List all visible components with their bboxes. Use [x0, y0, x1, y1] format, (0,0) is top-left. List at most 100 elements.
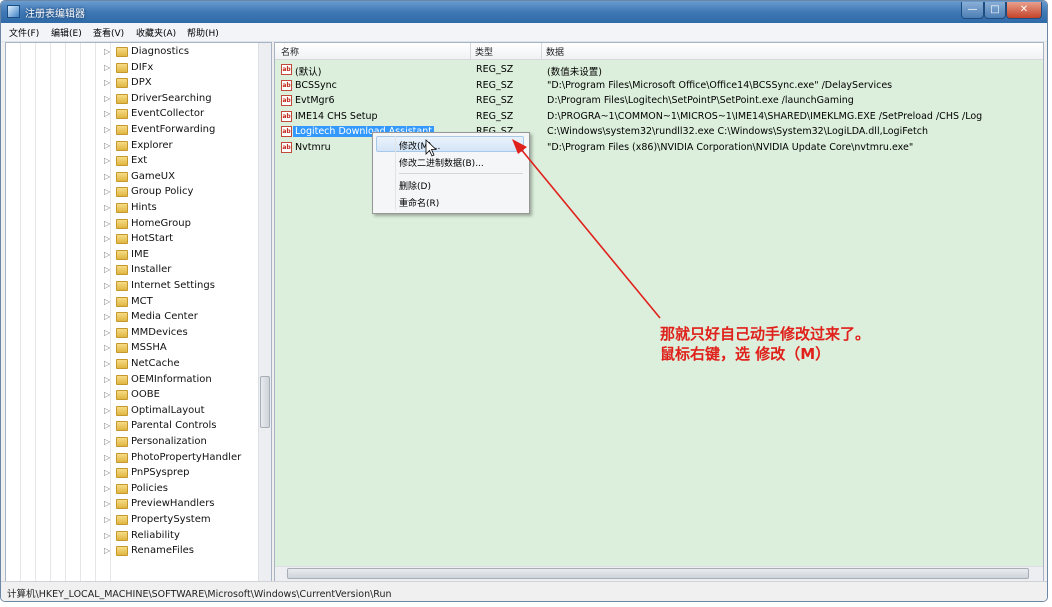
value-row[interactable]: ab BCSSync REG_SZ "D:\Program Files\Microso…	[279, 79, 1039, 94]
folder-icon	[116, 327, 128, 338]
value-row[interactable]: ab IME14 CHS Setup REG_SZ D:\PROGRA~1\COMMO…	[279, 110, 1039, 125]
expand-arrow-icon[interactable]: ▷	[104, 141, 110, 150]
values-scroll-thumb[interactable]	[287, 568, 1029, 579]
tree-item-label: Internet Settings	[131, 280, 215, 291]
key-tree-pane[interactable]: ▷ Diagnostics ▷ DIFx ▷ DPX ▷ DriverSearching ▷ Ev…	[5, 42, 272, 582]
string-value-icon: ab	[281, 142, 292, 153]
folder-icon	[116, 374, 128, 385]
column-data[interactable]: 数据	[546, 45, 564, 58]
menu-view[interactable]: 查看(V)	[93, 26, 124, 39]
expand-arrow-icon[interactable]: ▷	[104, 187, 110, 196]
maximize-button[interactable]: □	[984, 2, 1006, 19]
value-data: (数值未设置)	[547, 67, 602, 78]
context-menu-separator	[399, 173, 523, 174]
tree-item-label: DPX	[131, 77, 152, 89]
expand-arrow-icon[interactable]: ▷	[104, 437, 110, 446]
folder-icon	[116, 281, 128, 291]
menu-edit[interactable]: 编辑(E)	[51, 26, 82, 39]
value-row[interactable]: ab (默认) REG_SZ (数值未设置)	[279, 63, 1039, 78]
annotation-line-1: 那就只好自己动手修改过来了。	[660, 325, 871, 343]
column-divider[interactable]	[470, 43, 471, 59]
menu-help[interactable]: 帮助(H)	[187, 26, 219, 39]
tree-item-label: MCT	[131, 295, 153, 307]
expand-arrow-icon[interactable]: ▷	[104, 125, 110, 134]
folder-icon	[116, 125, 128, 135]
expand-arrow-icon[interactable]: ▷	[104, 265, 110, 274]
ctx-modify[interactable]: 修改(M)...	[399, 139, 440, 152]
value-data: C:\Windows\system32\rundll32.exe C:\Wind…	[547, 126, 928, 138]
expand-arrow-icon[interactable]: ▷	[104, 359, 110, 368]
folder-icon	[116, 171, 128, 182]
expand-arrow-icon[interactable]: ▷	[104, 78, 110, 87]
column-name[interactable]: 名称	[281, 45, 299, 58]
ctx-rename[interactable]: 重命名(R)	[399, 196, 439, 209]
value-data: "D:\Program Files (x86)\NVIDIA Corporati…	[547, 142, 914, 153]
tree-vertical-scrollbar[interactable]	[258, 43, 271, 581]
expand-arrow-icon[interactable]: ▷	[104, 94, 110, 103]
expand-arrow-icon[interactable]: ▷	[104, 343, 110, 352]
expand-arrow-icon[interactable]: ▷	[104, 156, 110, 165]
title-bar: 注册表编辑器 — □ ✕	[1, 1, 1047, 23]
folder-icon	[116, 483, 128, 494]
ctx-delete[interactable]: 删除(D)	[399, 179, 431, 192]
registry-editor-window: 注册表编辑器 — □ ✕ 文件(F) 编辑(E) 查看(V) 收藏夹(A) 帮助…	[0, 0, 1048, 602]
folder-icon	[116, 468, 128, 479]
expand-arrow-icon[interactable]: ▷	[104, 203, 110, 212]
expand-arrow-icon[interactable]: ▷	[104, 531, 110, 540]
expand-arrow-icon[interactable]: ▷	[104, 281, 110, 290]
folder-icon	[116, 234, 128, 245]
expand-arrow-icon[interactable]: ▷	[104, 219, 110, 228]
tree-scroll-thumb[interactable]	[260, 376, 270, 428]
expand-arrow-icon[interactable]: ▷	[104, 546, 110, 555]
string-value-icon: ab	[281, 110, 292, 122]
expand-arrow-icon[interactable]: ▷	[104, 406, 110, 415]
tree-item-label: PhotoPropertyHandler	[131, 451, 242, 463]
expand-arrow-icon[interactable]: ▷	[104, 172, 110, 181]
expand-arrow-icon[interactable]: ▷	[104, 250, 110, 259]
column-divider[interactable]	[541, 43, 542, 59]
expand-arrow-icon[interactable]: ▷	[104, 312, 110, 321]
expand-arrow-icon[interactable]: ▷	[104, 47, 110, 56]
value-row[interactable]: ab EvtMgr6 REG_SZ D:\Program Files\Logitech…	[279, 94, 1039, 109]
expand-arrow-icon[interactable]: ▷	[104, 421, 110, 430]
folder-icon	[116, 515, 128, 525]
ctx-modify-binary[interactable]: 修改二进制数据(B)...	[399, 156, 484, 169]
expand-arrow-icon[interactable]: ▷	[104, 234, 110, 243]
expand-arrow-icon[interactable]: ▷	[104, 468, 110, 477]
expand-arrow-icon[interactable]: ▷	[104, 297, 110, 306]
values-horizontal-scrollbar[interactable]	[275, 566, 1043, 581]
expand-arrow-icon[interactable]: ▷	[104, 328, 110, 337]
expand-arrow-icon[interactable]: ▷	[104, 453, 110, 462]
expand-arrow-icon[interactable]: ▷	[104, 109, 110, 118]
menu-favorites[interactable]: 收藏夹(A)	[136, 26, 176, 39]
tree-item-label: GameUX	[131, 170, 175, 182]
tree-item-label: Hints	[131, 202, 157, 213]
values-pane[interactable]: 名称 类型 数据 ab (默认) REG_SZ (数值未设置) ab BCSSync REG…	[274, 42, 1044, 582]
folder-icon	[116, 296, 128, 307]
close-button[interactable]: ✕	[1006, 2, 1042, 19]
tree-item-label: PnPSysprep	[131, 467, 190, 479]
tree-item-label: Policies	[131, 482, 168, 494]
folder-icon	[116, 452, 128, 463]
value-type: REG_SZ	[476, 95, 514, 107]
column-type[interactable]: 类型	[475, 45, 493, 58]
expand-arrow-icon[interactable]: ▷	[104, 390, 110, 399]
value-name: BCSSync	[295, 79, 337, 91]
status-bar: 计算机\HKEY_LOCAL_MACHINE\SOFTWARE\Microsof…	[1, 581, 1047, 601]
column-header: 名称 类型 数据	[275, 43, 1043, 60]
folder-icon	[116, 62, 128, 73]
menu-file[interactable]: 文件(F)	[9, 26, 39, 39]
minimize-button[interactable]: —	[961, 2, 984, 19]
folder-icon	[116, 343, 128, 354]
expand-arrow-icon[interactable]: ▷	[104, 499, 110, 508]
menu-bar: 文件(F) 编辑(E) 查看(V) 收藏夹(A) 帮助(H)	[1, 23, 1047, 42]
value-data: D:\Program Files\Logitech\SetPointP\SetP…	[547, 95, 854, 107]
expand-arrow-icon[interactable]: ▷	[104, 375, 110, 384]
expand-arrow-icon[interactable]: ▷	[104, 63, 110, 72]
expand-arrow-icon[interactable]: ▷	[104, 515, 110, 524]
tree-item-label: Explorer	[131, 139, 173, 151]
tree-item-label: OOBE	[131, 389, 160, 401]
expand-arrow-icon[interactable]: ▷	[104, 484, 110, 493]
folder-icon	[116, 203, 128, 213]
folder-icon	[116, 249, 128, 260]
